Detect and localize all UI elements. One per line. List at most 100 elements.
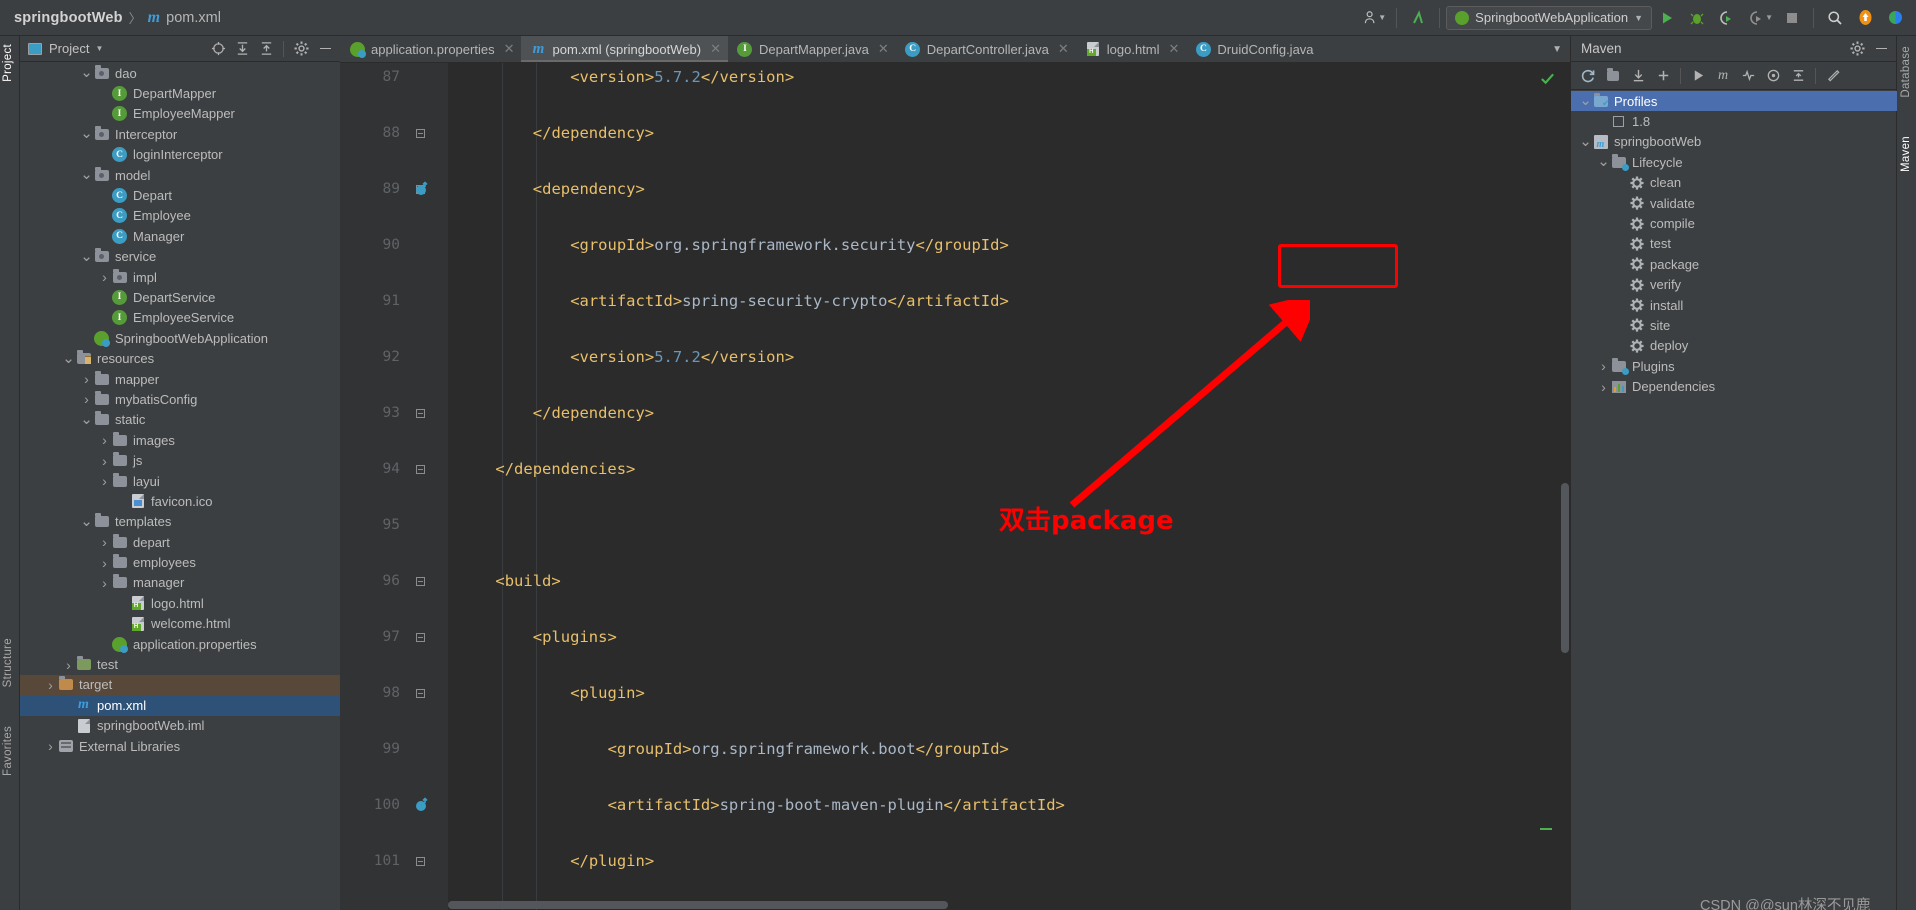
editor-tab-logo-html[interactable]: logo.html ✕ xyxy=(1076,36,1187,62)
maven-item-install[interactable]: install xyxy=(1571,295,1897,315)
tree-item-application-properties[interactable]: application.properties xyxy=(20,634,340,654)
tab-list-chevron-down-icon[interactable]: ▼ xyxy=(1544,36,1570,62)
tree-item-js[interactable]: › js xyxy=(20,450,340,470)
add-maven-project-icon[interactable] xyxy=(1602,65,1624,87)
chevron-down-icon[interactable]: ⌄ xyxy=(80,412,93,427)
maven-item-dependencies[interactable]: › Dependencies xyxy=(1571,376,1897,396)
close-icon[interactable]: ✕ xyxy=(1058,41,1069,57)
code-fold-icon[interactable] xyxy=(413,462,427,476)
project-file-tree[interactable]: ⌄ dao I DepartMapper I EmployeeMapper ⌄ Interce… xyxy=(20,63,340,910)
code-text[interactable]: </dependency> xyxy=(533,404,654,422)
sidebar-item-favorites[interactable]: Favorites xyxy=(2,726,14,776)
maven-item-profiles[interactable]: ⌄ ✔ Profiles xyxy=(1571,91,1897,112)
chevron-right-icon[interactable]: › xyxy=(98,555,111,571)
code-text[interactable]: <dependency> xyxy=(533,180,645,198)
code-text[interactable]: <version>5.7.2</version> xyxy=(570,348,794,366)
run-configuration-selector[interactable]: SpringbootWebApplication ▼ xyxy=(1446,5,1653,30)
maven-update-available-icon[interactable] xyxy=(412,179,432,199)
collapse-all-icon[interactable] xyxy=(1787,65,1809,87)
close-icon[interactable]: ✕ xyxy=(878,41,889,57)
tree-item-service[interactable]: ⌄ service xyxy=(20,247,340,267)
tree-item-springbootweb-iml[interactable]: springbootWeb.iml xyxy=(20,716,340,736)
chevron-right-icon[interactable]: › xyxy=(44,677,57,693)
chevron-down-icon[interactable]: ▼ xyxy=(95,44,103,53)
maven-item-springbootweb[interactable]: ⌄ m springbootWeb xyxy=(1571,132,1897,152)
code-text[interactable]: </dependencies> xyxy=(495,460,635,478)
code-text[interactable]: <build> xyxy=(495,572,560,590)
tree-item-static[interactable]: ⌄ static xyxy=(20,410,340,430)
tree-item-depart[interactable]: › depart xyxy=(20,532,340,552)
chevron-down-icon[interactable]: ⌄ xyxy=(80,126,93,141)
close-icon[interactable]: ✕ xyxy=(504,41,515,57)
maven-item-validate[interactable]: validate xyxy=(1571,193,1897,213)
chevron-right-icon[interactable]: › xyxy=(98,432,111,448)
code-text[interactable]: </dependency> xyxy=(533,124,654,142)
maven-goals-tree[interactable]: ⌄ ✔ Profiles 1.8 ⌄ m springbootWeb ⌄ Lifecycle cl… xyxy=(1571,91,1897,910)
breadcrumb-file[interactable]: pom.xml xyxy=(166,10,221,26)
chevron-down-icon[interactable]: ⌄ xyxy=(1579,134,1592,149)
hide-panel-icon[interactable] xyxy=(314,38,336,60)
chevron-right-icon[interactable]: › xyxy=(62,657,75,673)
tree-item-model[interactable]: ⌄ model xyxy=(20,165,340,185)
sidebar-item-database[interactable]: Database xyxy=(1900,46,1912,98)
chevron-right-icon[interactable]: › xyxy=(98,453,111,469)
code-text[interactable]: <groupId>org.springframework.boot</group… xyxy=(608,740,1009,758)
tree-item-layui[interactable]: › layui xyxy=(20,471,340,491)
tree-item-templates[interactable]: ⌄ templates xyxy=(20,512,340,532)
chevron-down-icon[interactable]: ⌄ xyxy=(80,249,93,264)
ide-logo-icon[interactable] xyxy=(1880,5,1910,31)
chevron-down-icon[interactable]: ⌄ xyxy=(80,65,93,80)
chevron-down-icon[interactable]: ⌄ xyxy=(1579,93,1592,108)
chevron-right-icon[interactable]: › xyxy=(98,575,111,591)
tree-item-logininterceptor[interactable]: CloginInterceptor xyxy=(20,145,340,165)
maven-item-plugins[interactable]: › Plugins xyxy=(1571,356,1897,376)
tree-item-logo-html[interactable]: logo.html xyxy=(20,593,340,613)
code-text[interactable]: <plugin> xyxy=(570,684,645,702)
code-text[interactable]: </plugin> xyxy=(570,852,654,870)
reload-icon[interactable] xyxy=(1577,65,1599,87)
tree-item-mapper[interactable]: › mapper xyxy=(20,369,340,389)
toggle-skip-tests-icon[interactable] xyxy=(1737,65,1759,87)
tree-item-manager[interactable]: C Manager xyxy=(20,226,340,246)
run-icon[interactable] xyxy=(1687,65,1709,87)
chevron-down-icon[interactable]: ⌄ xyxy=(80,167,93,182)
maven-item-package[interactable]: package xyxy=(1571,254,1897,274)
tree-item-employee[interactable]: C Employee xyxy=(20,206,340,226)
tree-item-external-libraries[interactable]: › External Libraries xyxy=(20,736,340,756)
tree-item-test[interactable]: › test xyxy=(20,654,340,674)
chevron-down-icon[interactable]: ⌄ xyxy=(1597,154,1610,169)
maven-item-1-8[interactable]: 1.8 xyxy=(1571,111,1897,131)
tree-item-welcome-html[interactable]: welcome.html xyxy=(20,614,340,634)
chevron-right-icon[interactable]: › xyxy=(1597,379,1610,395)
chevron-down-icon[interactable]: ⌄ xyxy=(80,514,93,529)
breadcrumb-project[interactable]: springbootWeb xyxy=(14,10,123,26)
settings-icon[interactable] xyxy=(1822,65,1844,87)
chevron-down-icon[interactable]: ▼ xyxy=(1378,13,1386,22)
tree-item-departservice[interactable]: I DepartService xyxy=(20,287,340,307)
tree-item-resources[interactable]: ⌄ resources xyxy=(20,348,340,368)
updates-icon[interactable] xyxy=(1850,5,1880,31)
maven-item-verify[interactable]: verify xyxy=(1571,275,1897,295)
chevron-right-icon[interactable]: › xyxy=(1597,358,1610,374)
code-fold-icon[interactable] xyxy=(413,854,427,868)
chevron-right-icon[interactable]: › xyxy=(98,534,111,550)
vcs-update-icon[interactable] xyxy=(1403,5,1433,31)
code-text[interactable]: <groupId>org.springframework.security</g… xyxy=(570,236,1009,254)
show-dependencies-icon[interactable] xyxy=(1762,65,1784,87)
code-text[interactable]: <artifactId>spring-security-crypto</arti… xyxy=(570,292,1009,310)
code-editor[interactable]: 87 <version>5.7.2</version> 88 </dependency… xyxy=(340,63,1570,910)
run-icon[interactable] xyxy=(1652,5,1682,31)
tree-item-depart[interactable]: C Depart xyxy=(20,185,340,205)
chevron-right-icon[interactable]: › xyxy=(80,391,93,407)
code-fold-icon[interactable] xyxy=(413,686,427,700)
close-icon[interactable]: ✕ xyxy=(1169,41,1180,57)
tree-item-mybatisconfig[interactable]: › mybatisConfig xyxy=(20,389,340,409)
code-fold-icon[interactable] xyxy=(413,574,427,588)
tree-item-pom-xml[interactable]: m pom.xml xyxy=(20,695,340,716)
sidebar-item-project[interactable]: Project xyxy=(2,44,14,82)
debug-icon[interactable] xyxy=(1682,5,1712,31)
download-sources-icon[interactable] xyxy=(1627,65,1649,87)
collapse-all-icon[interactable] xyxy=(255,38,277,60)
editor-tab-druidconfig-java[interactable]: C DruidConfig.java xyxy=(1186,36,1320,62)
tree-item-images[interactable]: › images xyxy=(20,430,340,450)
